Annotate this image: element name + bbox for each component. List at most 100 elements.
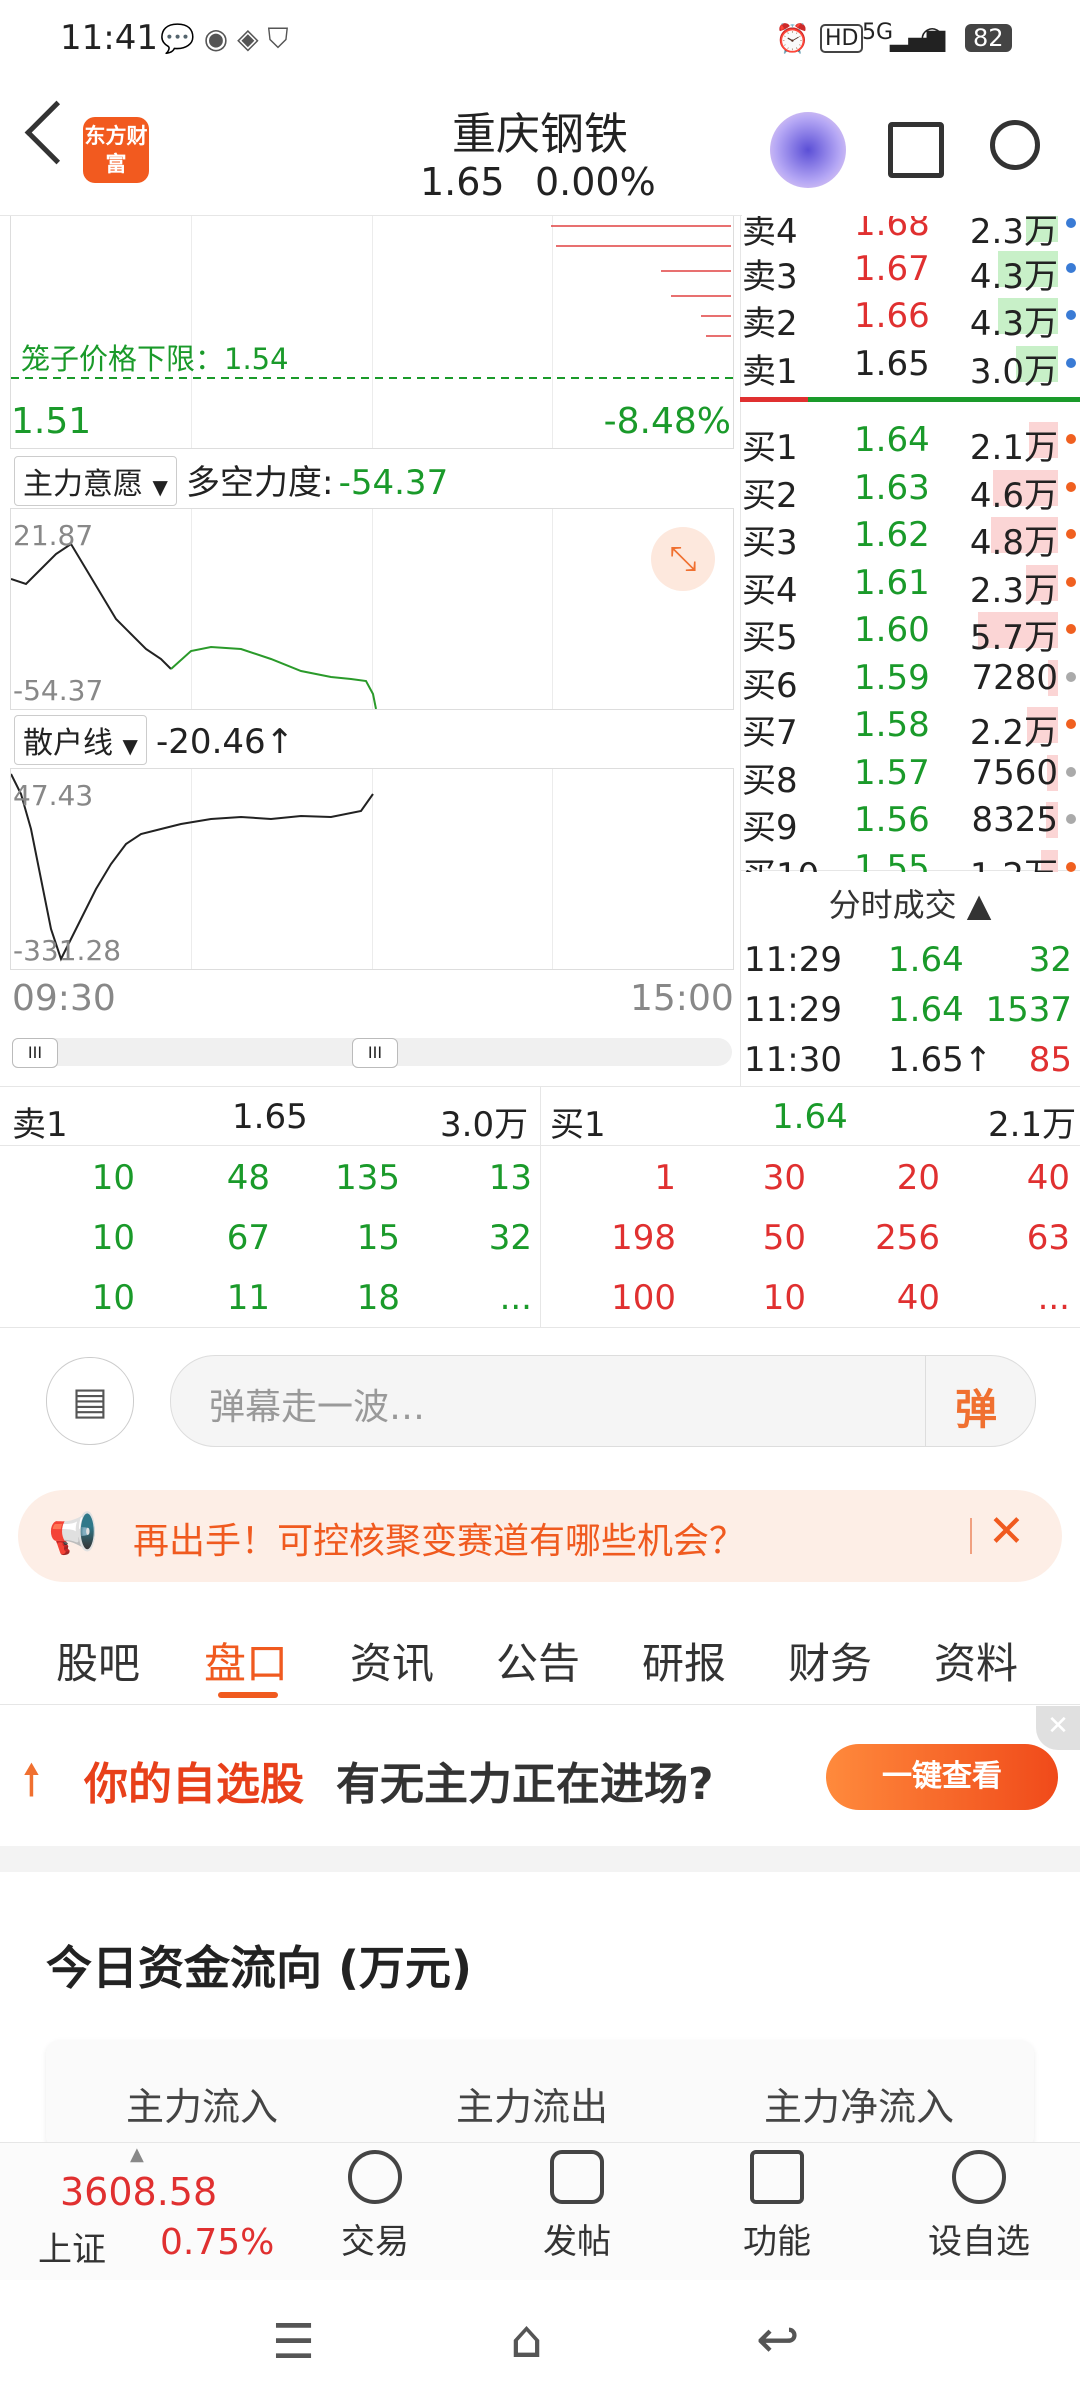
promo-view-button[interactable]: 一键查看 — [826, 1744, 1058, 1810]
sell-indicator-dot — [1066, 263, 1076, 273]
promo-banner[interactable]: 🠕 你的自选股 有无主力正在进场? 一键查看 ✕ — [0, 1706, 1080, 1846]
buy-order-row[interactable]: 买2 1.63 4.6万 — [742, 464, 1080, 516]
buy-level-label: 买4 — [742, 570, 798, 611]
queue-sell-cell: 18 — [356, 1278, 400, 1318]
buy-level-label: 买9 — [742, 808, 798, 848]
indicator2-min: -331.28 — [13, 934, 122, 967]
hd-icon: HD — [820, 24, 864, 53]
indicator2-dropdown[interactable]: 散户线 ▼ — [14, 715, 147, 765]
promo-close-icon[interactable]: ✕ — [1036, 1706, 1080, 1750]
time-range-slider[interactable]: III III — [12, 1038, 732, 1068]
slider-handle-left[interactable]: III — [12, 1038, 58, 1068]
trade-price: 1.64 — [888, 940, 964, 980]
buy-indicator-dot — [1066, 671, 1076, 682]
fund-flow-col-outflow: 主力流出 — [456, 2085, 609, 2129]
indicator1-value: -54.37 — [338, 463, 449, 503]
robot-assistant-icon[interactable] — [770, 112, 846, 188]
buy-level-label: 买3 — [742, 523, 798, 563]
buy-order-row[interactable]: 买3 1.62 4.8万 — [742, 511, 1080, 563]
buy-level-price: 1.64 — [854, 420, 930, 460]
search-icon[interactable] — [990, 120, 1040, 170]
section-divider — [0, 1846, 1080, 1872]
nav-functions[interactable]: 功能 — [722, 2150, 832, 2263]
nav-trade[interactable]: 交易 — [320, 2150, 430, 2263]
queue-buy-cell: 63 — [1026, 1218, 1070, 1258]
buy-order-row[interactable]: 买7 1.58 2.2万 — [742, 701, 1080, 753]
buy-level-label: 买7 — [742, 713, 798, 753]
queue-buy-cell: 20 — [896, 1158, 940, 1198]
buy-order-row[interactable]: 买8 1.57 7560 — [742, 749, 1080, 801]
menu-icon[interactable]: ☰ — [272, 2314, 315, 2370]
buy-order-row[interactable]: 买4 1.61 2.3万 — [742, 559, 1080, 611]
queue-buy-cell: ... — [1037, 1278, 1070, 1318]
trade-time: 11:30 — [744, 1040, 842, 1080]
expand-caret-icon[interactable]: ▲ — [130, 2144, 144, 2165]
sell-level-label: 卖1 — [742, 352, 798, 392]
indicator2-header: 散户线 ▼ -20.46↑ — [14, 715, 294, 765]
buy-order-row[interactable]: 买9 1.56 8325 — [742, 796, 1080, 848]
queue-sell-cell: 10 — [91, 1158, 135, 1198]
buy-order-row[interactable]: 买5 1.60 5.7万 — [742, 606, 1080, 658]
tab-news[interactable]: 资讯 — [350, 1630, 434, 1691]
tab-finance[interactable]: 财务 — [788, 1630, 872, 1691]
share-icon[interactable] — [888, 122, 944, 178]
nav-add-watchlist[interactable]: 设自选 — [924, 2150, 1034, 2263]
tab-pankou[interactable]: 盘口 — [204, 1630, 288, 1691]
sell-level-volume: 4.3万 — [969, 304, 1058, 344]
sell-level-price: 1.66 — [854, 296, 930, 336]
edit-icon — [550, 2150, 604, 2204]
sell-order-row[interactable]: 卖3 1.67 4.3万 — [742, 245, 1080, 297]
sell-order-row[interactable]: 卖2 1.66 4.3万 — [742, 292, 1080, 344]
sell-level-price: 1.67 — [854, 249, 930, 289]
queue-buy-cell: 1 — [654, 1158, 676, 1198]
buy-level-price: 1.57 — [854, 752, 930, 793]
slider-handle-right[interactable]: III — [352, 1038, 398, 1068]
tab-guba[interactable]: 股吧 — [56, 1630, 140, 1691]
buy-level-price: 1.61 — [854, 562, 930, 603]
buy-order-row[interactable]: 买6 1.59 7280 — [742, 654, 1080, 706]
indicator2-chart[interactable]: 47.43 -331.28 — [10, 768, 734, 970]
chart-low-price: 1.51 — [11, 401, 92, 442]
danmaku-settings-icon[interactable]: ▤ — [46, 1357, 134, 1445]
buy-level-label: 买8 — [742, 760, 798, 801]
battery-icon: 82 — [965, 24, 1012, 52]
expand-icon[interactable]: ⤡ — [651, 527, 715, 591]
tab-research[interactable]: 研报 — [642, 1630, 726, 1691]
buy-indicator-dot — [1066, 434, 1076, 444]
indicator1-dropdown[interactable]: 主力意愿 ▼ — [14, 456, 177, 506]
trade-vol: 1537 — [985, 990, 1072, 1030]
indicator1-chart[interactable]: 21.87 -54.37 ⤡ — [10, 508, 734, 710]
announcement-banner[interactable]: 📢 再出手！可控核聚变赛道有哪些机会？ ✕ — [18, 1490, 1062, 1582]
sell-indicator-dot — [1066, 218, 1076, 228]
sell-indicator-dot — [1066, 310, 1076, 320]
index-value[interactable]: 3608.58 — [60, 2170, 217, 2214]
notification-icons: 💬 ◉ ◈ ⛉ — [160, 22, 289, 55]
indicator1-label: 多空力度: — [186, 463, 334, 503]
home-icon[interactable]: ⌂ — [510, 2310, 543, 2370]
sell-order-row[interactable]: 卖1 1.65 3.0万 — [742, 340, 1080, 392]
sell-level-label: 卖2 — [742, 304, 798, 344]
sell-level-price: 1.65 — [854, 344, 930, 384]
danmaku-send-button[interactable]: 弹 — [955, 1376, 997, 1437]
back-nav-icon[interactable]: ↩ — [756, 2310, 800, 2370]
price-chart[interactable]: 笼子价格下限：1.54 1.51 -8.48% — [10, 216, 734, 449]
buy-level-price: 1.58 — [854, 705, 930, 745]
banner-text: 再出手！可控核聚变赛道有哪些机会？ — [133, 1521, 746, 1562]
tab-profile[interactable]: 资料 — [934, 1630, 1018, 1691]
buy-level-volume: 5.7万 — [969, 618, 1058, 658]
tab-announcements[interactable]: 公告 — [496, 1630, 580, 1691]
status-time: 11:41 — [60, 18, 158, 58]
trades-title[interactable]: 分时成交 ▲ — [740, 880, 1080, 926]
nav-post[interactable]: 发帖 — [522, 2150, 632, 2263]
queue-buy-cell: 100 — [611, 1278, 676, 1318]
danmaku-input[interactable]: 弹幕走一波… 弹 — [170, 1355, 1036, 1447]
buy-order-row[interactable]: 买1 1.64 2.1万 — [742, 416, 1080, 468]
queue-buy-cell: 256 — [875, 1218, 940, 1258]
queue-buy-cell: 30 — [762, 1158, 806, 1198]
buy-level-price: 1.63 — [854, 467, 930, 508]
trade-price: 1.65↑ — [888, 1040, 993, 1080]
sell-level-volume: 4.3万 — [969, 257, 1058, 297]
indicator1-header: 主力意愿 ▼ 多空力度: -54.37 — [14, 455, 449, 506]
banner-close-icon[interactable]: ✕ — [988, 1506, 1025, 1557]
more-icon — [952, 2150, 1006, 2204]
